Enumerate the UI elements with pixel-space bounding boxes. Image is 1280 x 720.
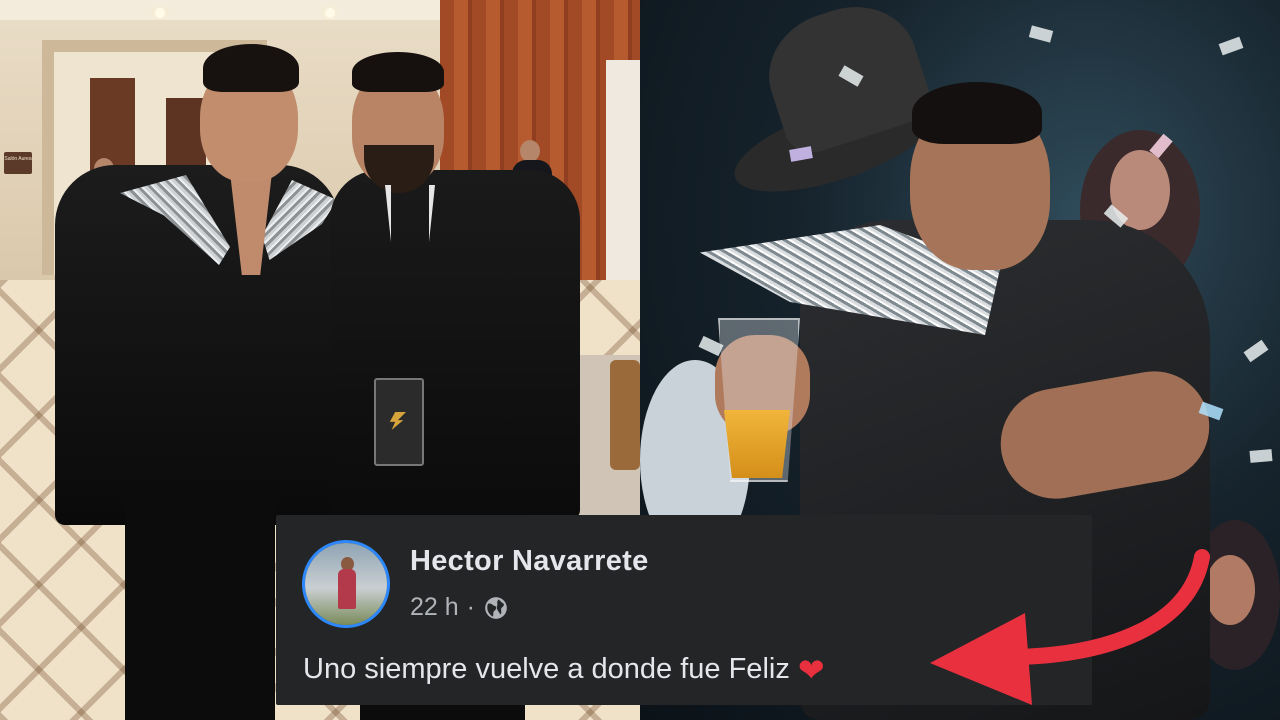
ceiling-light (325, 8, 335, 18)
ceiling-light (155, 8, 165, 18)
author-name[interactable]: Hector Navarrete (410, 545, 649, 578)
globe-icon[interactable] (483, 595, 509, 621)
avatar-person (338, 569, 356, 609)
meta-separator: · (466, 593, 475, 621)
post-meta: 22 h · (410, 593, 509, 622)
comment-text: Uno siempre vuelve a donde fue Feliz ❤ (303, 651, 825, 689)
beer (724, 410, 790, 478)
person-left-pants (125, 500, 275, 720)
hug-man-hair (912, 82, 1042, 144)
comment-body: Uno siempre vuelve a donde fue Feliz (303, 653, 790, 685)
red-arrow-icon (930, 549, 1210, 705)
person-right-hair (352, 52, 444, 92)
room-sign-text: Salón Aurea (4, 156, 32, 162)
post-time[interactable]: 22 h (410, 593, 459, 622)
room-sign: Salón Aurea (4, 152, 32, 174)
author-avatar[interactable] (302, 540, 390, 628)
sofa-arm (610, 360, 640, 470)
background-person-head (520, 140, 540, 162)
heart-icon: ❤ (797, 652, 825, 688)
confetti (1249, 449, 1273, 463)
person-right-shirt (330, 170, 580, 520)
crowd-face (1205, 555, 1255, 625)
person-left-hair (203, 44, 299, 92)
